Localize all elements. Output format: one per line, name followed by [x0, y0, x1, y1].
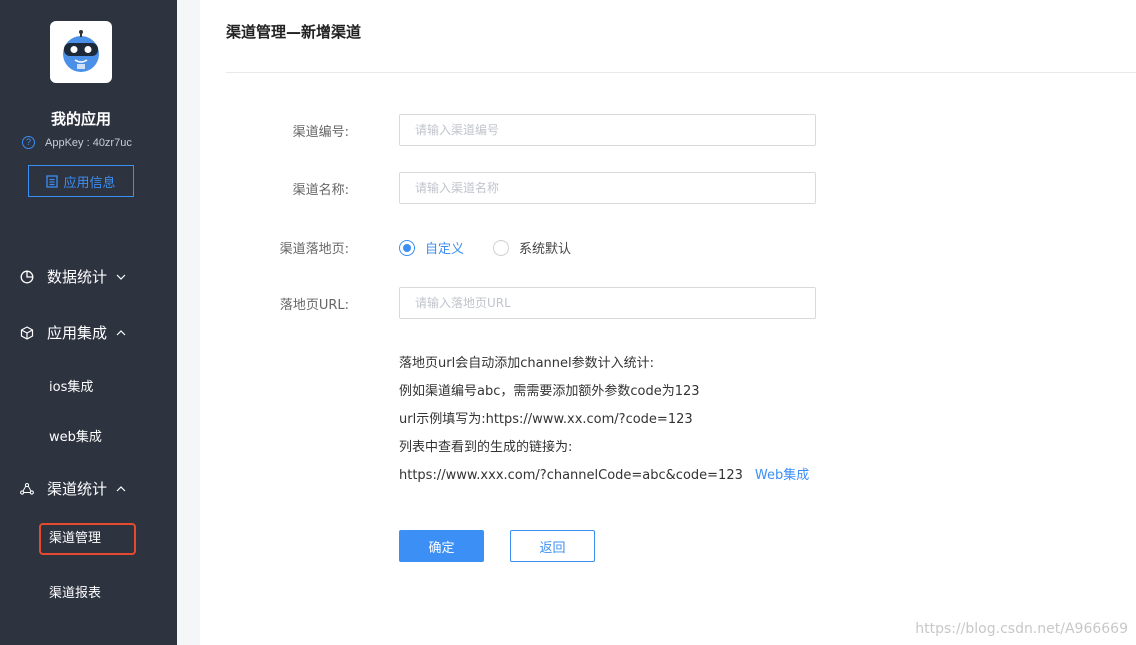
radio-dot: [399, 239, 415, 256]
title-divider: [226, 72, 1136, 73]
radio-custom-label: 自定义: [425, 242, 465, 257]
back-button[interactable]: 返回: [510, 530, 595, 562]
nav-group-label: 数据统计: [47, 268, 108, 286]
page-title: 渠道管理—新增渠道: [226, 23, 362, 41]
landing-url-input[interactable]: [399, 287, 816, 319]
landing-page-label: 渠道落地页:: [279, 242, 349, 257]
document-icon: [46, 174, 59, 188]
appkey-text: AppKey : 40zr7uc: [45, 136, 132, 149]
chevron-up-icon: [116, 329, 126, 336]
sidebar: 我的应用 ? AppKey : 40zr7uc 应用信息 数据统计 应用集成 i: [0, 0, 177, 645]
app-logo: [50, 21, 112, 83]
radio-custom[interactable]: 自定义: [399, 238, 464, 257]
help-text: 落地页url会自动添加channel参数计入统计: 例如渠道编号abc，需需要添…: [399, 352, 809, 492]
help-line: url示例填写为:https://www.xx.com/?code=123: [399, 412, 693, 427]
radio-system-default[interactable]: 系统默认: [493, 238, 571, 257]
nav-group-data-stats[interactable]: 数据统计: [20, 266, 126, 287]
help-line: 列表中查看到的生成的链接为:: [399, 440, 573, 455]
sidebar-item-channel-report[interactable]: 渠道报表: [49, 582, 101, 601]
help-line: 落地页url会自动添加channel参数计入统计:: [399, 356, 655, 371]
channel-code-label: 渠道编号:: [292, 125, 349, 140]
sidebar-item-web[interactable]: web集成: [49, 426, 102, 445]
channel-name-label: 渠道名称:: [292, 183, 349, 198]
channel-code-input[interactable]: [399, 114, 816, 146]
question-icon[interactable]: ?: [22, 136, 35, 149]
nav-group-label: 应用集成: [47, 324, 108, 342]
sidebar-item-channel-manage[interactable]: 渠道管理: [39, 523, 136, 555]
radio-default-label: 系统默认: [519, 242, 572, 257]
channel-name-input[interactable]: [399, 172, 816, 204]
landing-page-radio-group: 自定义 系统默认: [399, 238, 600, 257]
app-name: 我的应用: [50, 110, 111, 128]
help-line-example: https://www.xxx.com/?channelCode=abc&cod…: [399, 464, 809, 492]
nav-group-channel-stats[interactable]: 渠道统计: [20, 478, 126, 499]
app-info-button[interactable]: 应用信息: [28, 165, 134, 197]
nav-group-label: 渠道统计: [47, 480, 108, 498]
pie-chart-icon: [20, 270, 34, 284]
chevron-down-icon: [116, 274, 126, 280]
main-panel: 渠道管理—新增渠道 渠道编号: 渠道名称: 渠道落地页: 自定义 系统默认 落地…: [200, 0, 1136, 645]
app-info-label: 应用信息: [63, 175, 116, 191]
watermark: https://blog.csdn.net/A966669: [915, 621, 1128, 637]
robot-icon: [63, 30, 99, 72]
example-url: https://www.xxx.com/?channelCode=abc&cod…: [399, 468, 743, 483]
cube-icon: [20, 325, 34, 340]
share-nodes-icon: [20, 482, 34, 496]
help-line: 例如渠道编号abc，需需要添加额外参数code为123: [399, 384, 700, 399]
web-integration-link[interactable]: Web集成: [755, 468, 809, 483]
nav-group-app-integration[interactable]: 应用集成: [20, 322, 126, 343]
sidebar-item-ios[interactable]: ios集成: [49, 376, 93, 395]
confirm-button[interactable]: 确定: [399, 530, 484, 562]
radio-dot: [493, 239, 510, 256]
appkey-row: ? AppKey : 40zr7uc: [22, 136, 132, 149]
landing-url-label: 落地页URL:: [279, 298, 349, 313]
chevron-up-icon: [116, 485, 126, 492]
